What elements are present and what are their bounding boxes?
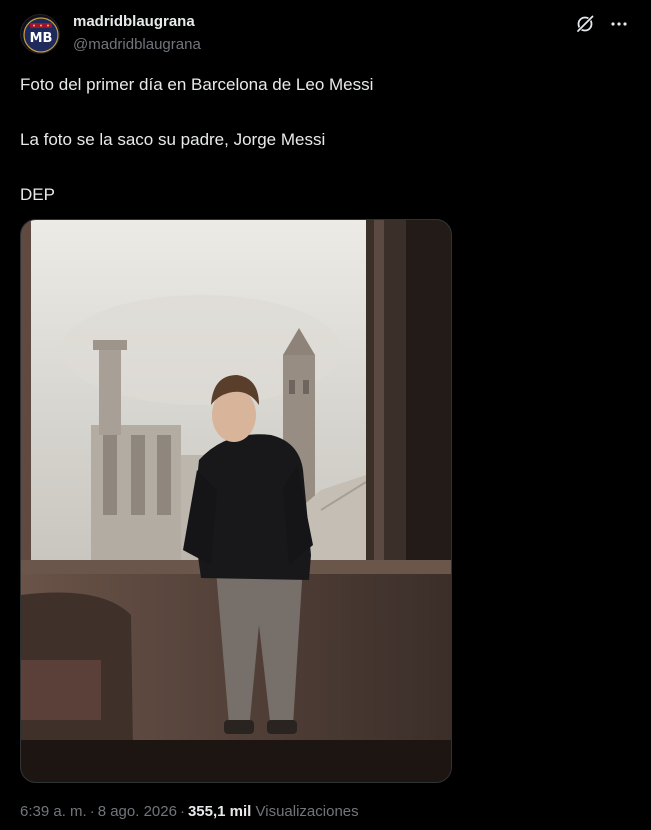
grok-button[interactable] [573, 12, 597, 36]
post-photo[interactable] [20, 219, 452, 783]
avatar-text: MB [30, 31, 53, 46]
post-metadata: 6:39 a. m. · 8 ago. 2026 · 355,1 mil Visuali… [20, 802, 359, 822]
post-text-line: DEP [20, 185, 55, 204]
grok-icon [576, 15, 594, 33]
more-options-button[interactable] [607, 12, 631, 36]
post-text-line: Foto del primer día en Barcelona de Leo … [20, 75, 374, 94]
post-text: Foto del primer día en Barcelona de Leo … [20, 72, 620, 208]
author-names: madridblaugrana @madridblaugrana [73, 12, 201, 55]
author-display-name[interactable]: madridblaugrana [73, 12, 201, 32]
post-time[interactable]: 6:39 a. m. [20, 803, 87, 820]
separator: · [89, 803, 95, 820]
post: MB madridblaugrana @madridblaugrana Foto… [0, 0, 651, 830]
views-count: 355,1 mil [187, 803, 252, 820]
post-header: MB madridblaugrana @madridblaugrana [20, 12, 631, 56]
avatar[interactable]: MB [20, 14, 60, 54]
views-label: Visualizaciones [255, 803, 359, 820]
avatar-logo-icon: MB [23, 17, 59, 53]
post-date[interactable]: 8 ago. 2026 [98, 803, 177, 820]
separator: · [179, 803, 185, 820]
post-text-line: La foto se la saco su padre, Jorge Messi [20, 130, 326, 149]
header-actions [563, 12, 631, 36]
author-handle[interactable]: @madridblaugrana [73, 35, 201, 55]
photo-boy-at-window [21, 220, 451, 782]
more-options-icon [611, 22, 627, 26]
